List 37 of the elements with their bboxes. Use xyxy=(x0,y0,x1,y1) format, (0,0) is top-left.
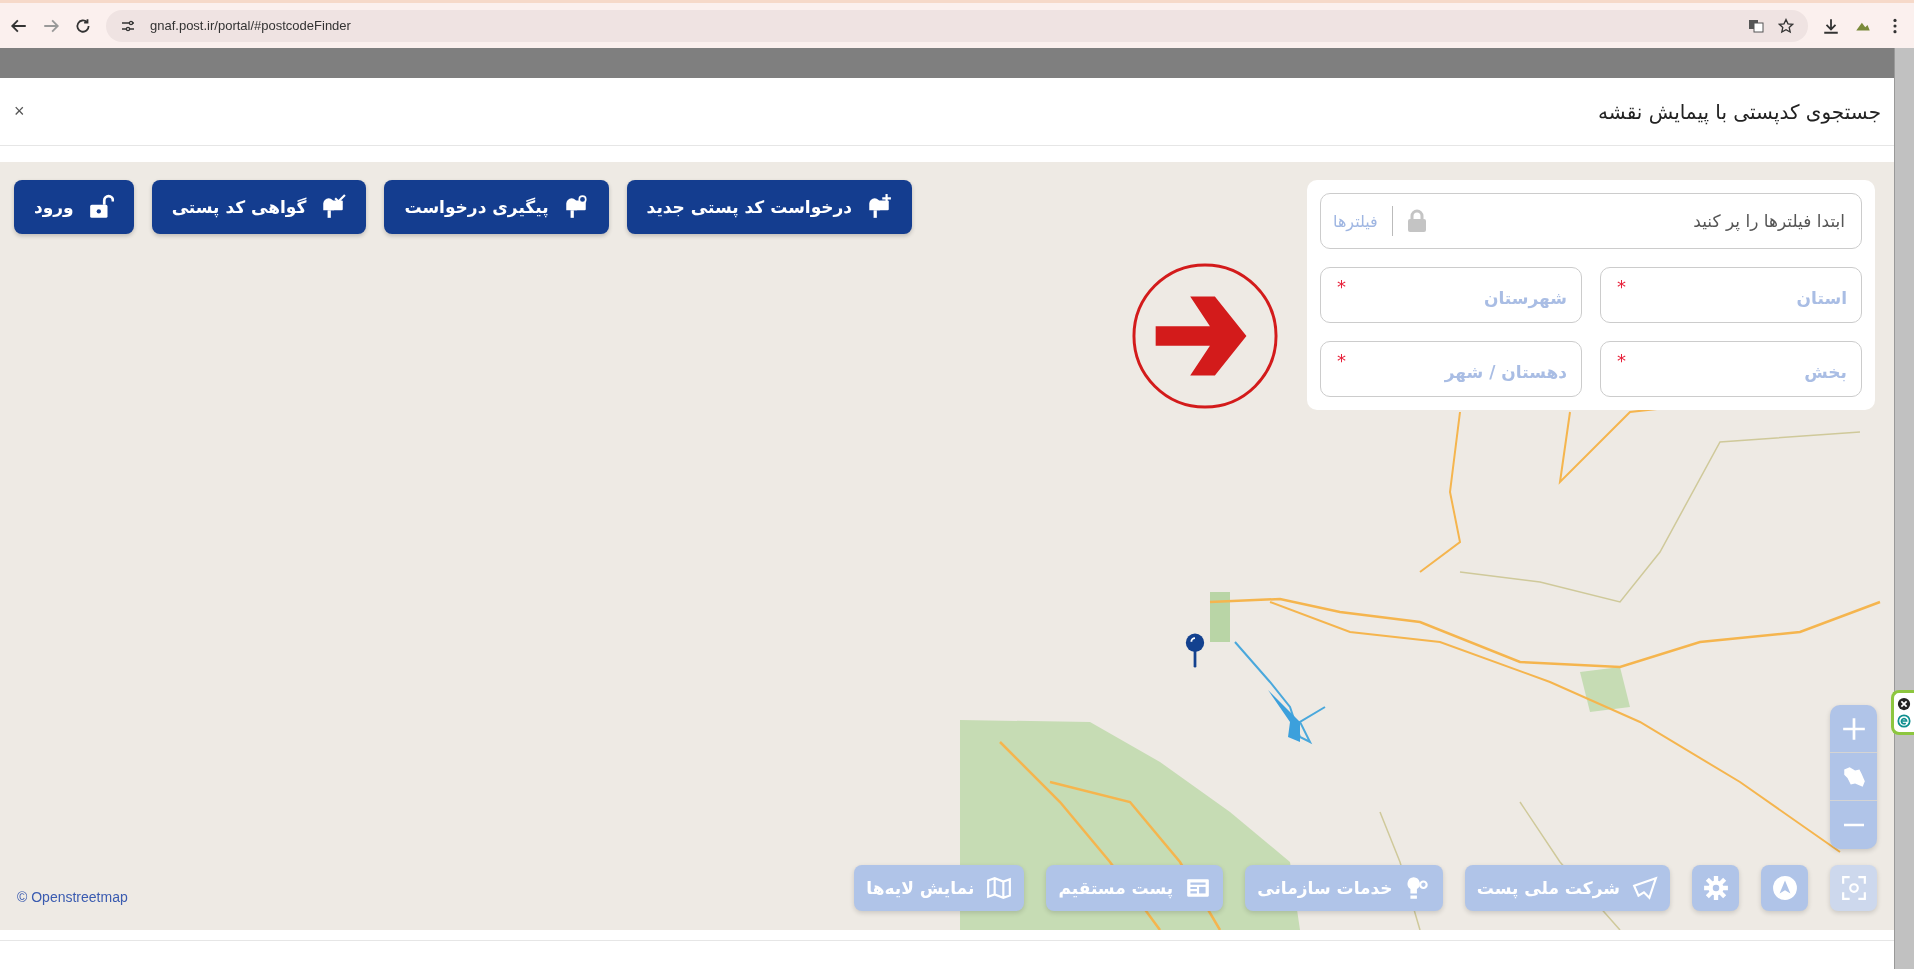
close-icon[interactable] xyxy=(1897,697,1911,711)
extension-widget[interactable] xyxy=(1891,690,1914,735)
action-button[interactable]: درخواست کد پستی جدید xyxy=(626,180,913,234)
action-button[interactable]: گواهی کد پستی xyxy=(151,180,367,234)
map-pin-icon xyxy=(1184,632,1206,670)
paper-plane-icon xyxy=(1632,875,1658,901)
search-field[interactable]: ابتدا فیلترها را پر کنید xyxy=(1440,210,1847,232)
plus-icon xyxy=(1840,715,1867,742)
select-field[interactable]: بخش * xyxy=(1600,341,1862,397)
select-field[interactable]: دهستان / شهر * xyxy=(1320,341,1582,397)
park-area xyxy=(1580,667,1630,712)
unlocked-padlock-icon xyxy=(87,194,114,220)
lock-icon xyxy=(1406,209,1427,233)
focus-frame-icon xyxy=(1840,875,1867,901)
download-icon[interactable] xyxy=(1822,16,1840,35)
select-field[interactable]: شهرستان * xyxy=(1320,267,1582,323)
action-button[interactable]: ورود xyxy=(14,180,134,234)
modal-title: جستجوی کدپستی با پیمایش نقشه xyxy=(1598,99,1881,124)
lightbulb-icon xyxy=(1404,875,1431,901)
mailbox-icon xyxy=(866,194,893,220)
letter-e-icon[interactable] xyxy=(1897,714,1911,728)
translate-icon[interactable] xyxy=(1748,17,1764,34)
reload-icon[interactable] xyxy=(74,16,92,35)
mailbox-icon xyxy=(320,194,347,220)
arrow-annotation-icon xyxy=(1131,262,1279,410)
select-field[interactable]: استان * xyxy=(1600,267,1862,323)
attribution-link[interactable]: © Openstreetmap xyxy=(17,889,128,905)
map-icon xyxy=(986,875,1013,901)
url-text: gnaf.post.ir/portal/#postcodeFinder xyxy=(150,18,351,33)
filters-label: فیلترها xyxy=(1333,211,1378,231)
park-area xyxy=(1210,592,1230,642)
star-icon[interactable] xyxy=(1778,17,1794,34)
close-button[interactable]: × xyxy=(14,101,25,122)
compass-icon xyxy=(1771,875,1798,901)
settings-icon xyxy=(1702,875,1729,901)
action-button[interactable]: پیگیری درخواست xyxy=(384,180,609,234)
address-bar[interactable]: gnaf.post.ir/portal/#postcodeFinder xyxy=(106,9,1808,42)
